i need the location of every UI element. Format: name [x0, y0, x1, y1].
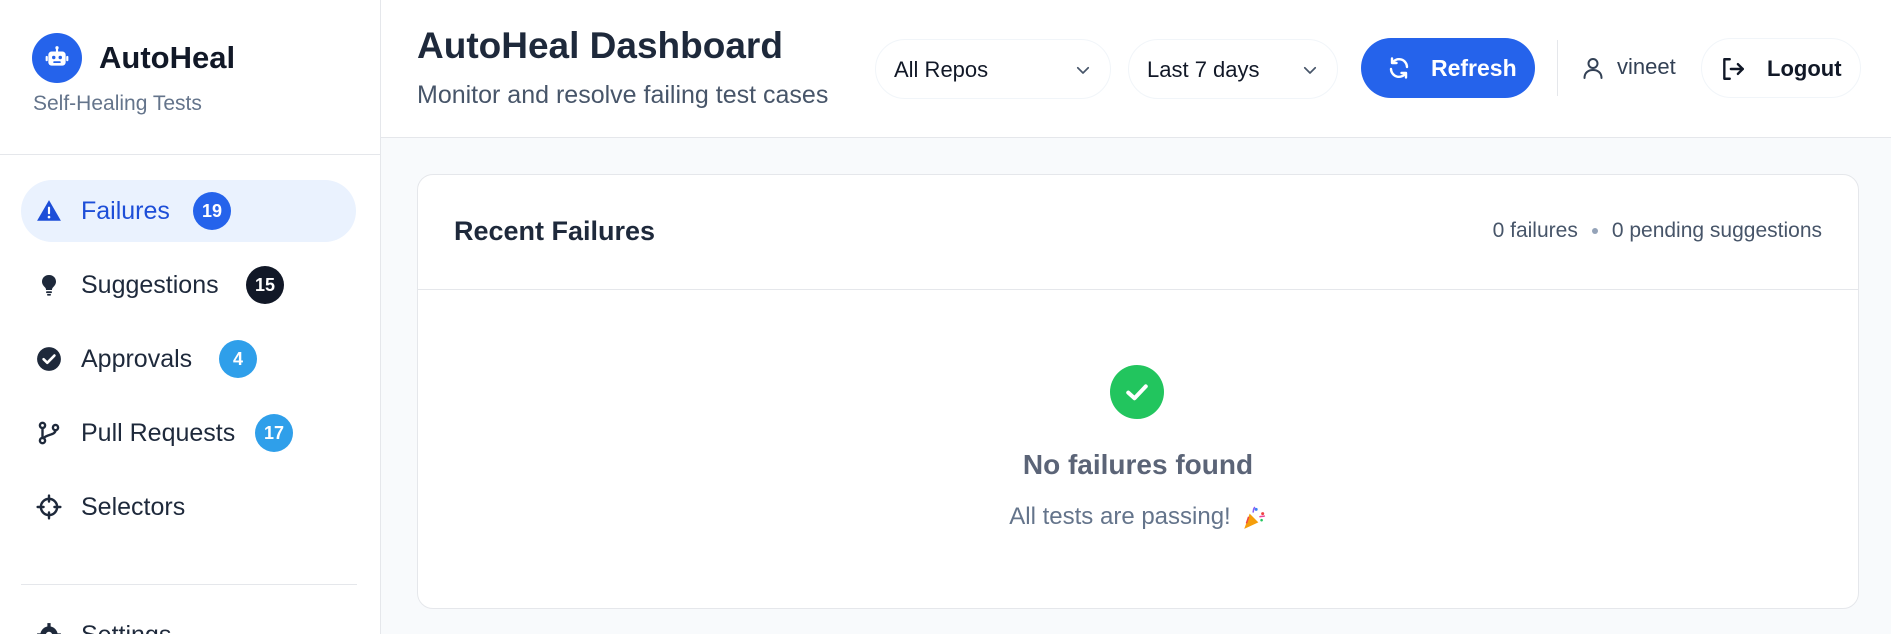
logout-icon [1723, 58, 1744, 80]
chevron-down-icon [1303, 66, 1317, 74]
brand-header: AutoHeal Self-Healing Tests [0, 0, 380, 155]
date-range-select-value: Last 7 days [1147, 57, 1260, 82]
approvals-count-badge: 4 [219, 340, 257, 378]
gear-icon [36, 622, 62, 634]
page-subtitle: Monitor and resolve failing test cases [417, 81, 829, 109]
pending-suggestions-count: 0 pending suggestions [1611, 219, 1822, 242]
success-check-icon [1110, 365, 1164, 419]
git-branch-icon [36, 420, 62, 446]
card-title: Recent Failures [454, 216, 656, 246]
sidebar-divider [21, 584, 357, 585]
brand-subtitle: Self-Healing Tests [33, 92, 202, 115]
sidebar-item-label: Failures [81, 197, 170, 225]
sidebar-item-failures[interactable]: Failures 19 [21, 180, 356, 242]
repo-select-value: All Repos [894, 57, 989, 82]
sidebar-item-settings[interactable]: Settings [21, 614, 356, 634]
sidebar: AutoHeal Self-Healing Tests Failures 19 … [0, 0, 381, 634]
header-divider [1557, 40, 1558, 96]
sidebar-item-approvals[interactable]: Approvals 4 [21, 328, 356, 390]
user-menu[interactable]: vineet [1581, 40, 1701, 96]
failures-count: 0 failures [1492, 219, 1578, 242]
sidebar-item-label: Settings [81, 618, 171, 634]
logout-button-label: Logout [1767, 56, 1842, 81]
top-header: AutoHeal Dashboard Monitor and resolve f… [381, 0, 1891, 138]
page-title: AutoHeal Dashboard [417, 25, 783, 66]
empty-state-text: All tests are passing! [1009, 503, 1231, 530]
recent-failures-card: Recent Failures 0 failures 0 pending sug… [417, 174, 1859, 609]
chevron-down-icon [1076, 66, 1090, 74]
card-header: Recent Failures 0 failures 0 pending sug… [418, 175, 1858, 290]
check-circle-icon [36, 346, 62, 372]
robot-icon [32, 33, 82, 83]
date-range-select[interactable]: Last 7 days [1128, 39, 1338, 99]
refresh-icon [1389, 57, 1409, 79]
party-popper-icon [1243, 506, 1265, 529]
failures-count-badge: 19 [193, 192, 232, 230]
lightbulb-icon [36, 272, 62, 298]
logout-button[interactable]: Logout [1701, 38, 1861, 98]
sidebar-item-label: Pull Requests [81, 419, 236, 447]
sidebar-item-pull-requests[interactable]: Pull Requests 17 [21, 402, 356, 464]
user-icon [1583, 58, 1603, 79]
pull-requests-count-badge: 17 [255, 414, 294, 452]
refresh-button-label: Refresh [1431, 55, 1517, 81]
crosshair-icon [36, 494, 62, 520]
user-name: vineet [1617, 54, 1676, 79]
empty-state-title: No failures found [1022, 449, 1254, 480]
sidebar-item-suggestions[interactable]: Suggestions 15 [21, 254, 356, 316]
separator-dot [1591, 228, 1598, 234]
refresh-button[interactable]: Refresh [1361, 38, 1535, 98]
repo-select[interactable]: All Repos [875, 39, 1111, 99]
brand-name: AutoHeal [99, 40, 236, 75]
sidebar-item-label: Suggestions [81, 271, 219, 299]
sidebar-item-label: Selectors [81, 493, 186, 521]
warning-icon [36, 198, 62, 224]
suggestions-count-badge: 15 [246, 266, 285, 304]
sidebar-item-label: Approvals [81, 345, 193, 373]
empty-state-message: All tests are passing! [418, 501, 1858, 533]
sidebar-item-selectors[interactable]: Selectors [21, 476, 356, 538]
card-meta: 0 failures 0 pending suggestions [1493, 217, 1822, 245]
